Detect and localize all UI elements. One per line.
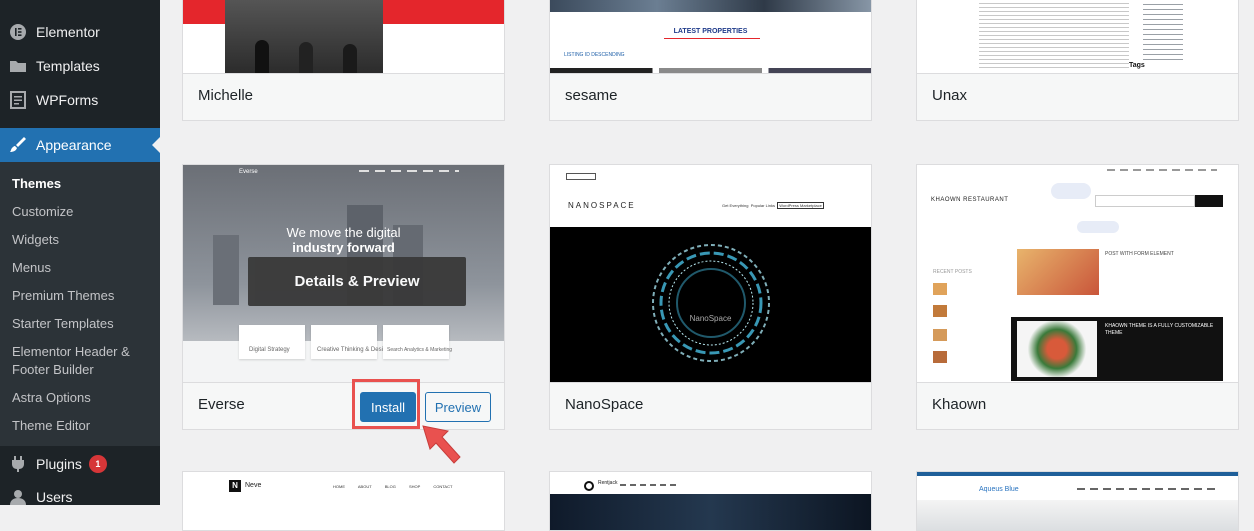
- elementor-icon: [0, 23, 36, 41]
- theme-card-footer: Khaown: [917, 382, 1238, 429]
- theme-name: sesame: [565, 87, 618, 104]
- theme-name: Michelle: [198, 87, 254, 104]
- form-icon: [0, 91, 36, 109]
- theme-card-footer: sesame: [550, 73, 871, 120]
- rentjack-logo-icon: [584, 481, 594, 491]
- theme-screenshot: Aqueus Blue: [917, 472, 1238, 530]
- everse-feature-1: Digital Strategy: [249, 347, 290, 353]
- theme-screenshot: N Neve HOME ABOUT BLOG SHOP CONTACT: [183, 472, 504, 530]
- theme-card-footer: Everse Install Preview: [183, 382, 504, 429]
- theme-screenshot: Everse We move the digital industry forw…: [183, 165, 504, 382]
- neve-logo-icon: N: [229, 480, 241, 492]
- neve-nav-home: HOME: [333, 484, 345, 489]
- everse-headline-1: We move the digital: [286, 225, 401, 240]
- theme-screenshot: KHAOWN RESTAURANT RECENT POSTS POST WITH…: [917, 165, 1238, 382]
- theme-card-sesame[interactable]: LATEST PROPERTIES LISTING ID DESCENDING …: [549, 0, 872, 121]
- admin-sidebar: Elementor Templates WPForms Appearance T…: [0, 0, 160, 505]
- everse-headline-2: industry forward: [292, 240, 395, 255]
- menu-wpforms[interactable]: WPForms: [0, 83, 160, 117]
- submenu-starter-templates[interactable]: Starter Templates: [12, 315, 114, 333]
- row3b-shot-brand: Rentjack: [598, 480, 618, 486]
- theme-screenshot: Rentjack: [550, 472, 871, 530]
- unax-shot-tags: Tags: [1129, 62, 1145, 69]
- menu-appearance[interactable]: Appearance: [0, 128, 160, 162]
- theme-card-khaown[interactable]: KHAOWN RESTAURANT RECENT POSTS POST WITH…: [916, 164, 1239, 430]
- install-highlight-box: [352, 379, 420, 429]
- submenu-customize[interactable]: Customize: [12, 203, 73, 221]
- menu-templates-label: Templates: [36, 58, 100, 74]
- sesame-shot-filter: LISTING ID DESCENDING: [564, 52, 625, 58]
- plugins-update-badge: 1: [88, 455, 107, 473]
- submenu-footer-builder[interactable]: Footer Builder: [12, 361, 94, 379]
- neve-nav-shop: SHOP: [408, 484, 421, 489]
- khaown-shot-post-2: KHAOWN THEME IS A FULLY CUSTOMIZABLE THE…: [1105, 323, 1214, 336]
- neve-nav-contact: CONTACT: [433, 484, 453, 489]
- khaown-shot-logo: KHAOWN RESTAURANT: [931, 197, 1009, 203]
- menu-wpforms-label: WPForms: [36, 92, 99, 108]
- submenu-menus[interactable]: Menus: [12, 259, 51, 277]
- everse-feature-3: Search Analytics & Marketing: [387, 347, 453, 353]
- submenu-themes[interactable]: Themes: [12, 175, 61, 193]
- plugin-icon: [0, 455, 36, 473]
- theme-card-footer: Michelle: [183, 73, 504, 120]
- preview-button[interactable]: Preview: [425, 392, 491, 422]
- theme-card-michelle[interactable]: Michelle: [182, 0, 505, 121]
- khaown-shot-recent: RECENT POSTS: [933, 269, 972, 275]
- submenu-widgets[interactable]: Widgets: [12, 231, 59, 249]
- nanospace-shot-logo: NANOSPACE: [568, 201, 636, 210]
- theme-card-neve[interactable]: N Neve HOME ABOUT BLOG SHOP CONTACT: [182, 471, 505, 531]
- theme-screenshot: Tags: [917, 0, 1238, 74]
- everse-feature-2: Creative Thinking & Design: [317, 347, 390, 353]
- menu-elementor[interactable]: Elementor: [0, 15, 160, 49]
- neve-nav-about: ABOUT: [357, 484, 372, 489]
- neve-nav-blog: BLOG: [384, 484, 396, 489]
- active-arrow: [152, 137, 160, 153]
- row3c-shot-brand: Aqueus Blue: [979, 486, 1019, 493]
- theme-name: Everse: [198, 396, 245, 413]
- submenu-elementor-header[interactable]: Elementor Header &: [12, 343, 130, 361]
- menu-plugins-label: Plugins: [36, 456, 82, 472]
- nanospace-shot-nav-2: Popular Links: [750, 203, 775, 208]
- menu-plugins[interactable]: Plugins 1: [0, 447, 160, 481]
- theme-card-unax[interactable]: Tags Unax: [916, 0, 1239, 121]
- theme-card-footer: Unax: [917, 73, 1238, 120]
- theme-screenshot: NANOSPACE Get Everything Popular Links W…: [550, 165, 871, 382]
- folder-icon: [0, 58, 36, 74]
- theme-card-nanospace[interactable]: NANOSPACE Get Everything Popular Links W…: [549, 164, 872, 430]
- theme-card-row3-right[interactable]: Aqueus Blue: [916, 471, 1239, 531]
- theme-card-row3-middle[interactable]: Rentjack: [549, 471, 872, 531]
- submenu-theme-editor[interactable]: Theme Editor: [12, 417, 90, 435]
- nanospace-shot-nav-1: Get Everything: [722, 203, 749, 208]
- menu-users-label: Users: [36, 489, 73, 505]
- everse-shot-brand: Everse: [239, 169, 258, 175]
- appearance-submenu: Themes Customize Widgets Menus Premium T…: [0, 162, 160, 446]
- menu-appearance-label: Appearance: [36, 137, 112, 153]
- theme-name: Khaown: [932, 396, 987, 413]
- theme-card-everse[interactable]: Everse We move the digital industry forw…: [182, 164, 505, 430]
- menu-templates[interactable]: Templates: [0, 49, 160, 83]
- submenu-astra-options[interactable]: Astra Options: [12, 389, 91, 407]
- theme-name: NanoSpace: [565, 396, 644, 413]
- theme-screenshot: LATEST PROPERTIES LISTING ID DESCENDING: [550, 0, 871, 74]
- sesame-shot-title: LATEST PROPERTIES: [673, 28, 748, 35]
- submenu-premium-themes[interactable]: Premium Themes: [12, 287, 114, 305]
- neve-shot-brand: Neve: [245, 482, 262, 489]
- nanospace-shot-nav-3: WordPress Marketplace: [777, 202, 824, 209]
- details-preview-overlay[interactable]: Details & Preview: [248, 257, 466, 306]
- menu-elementor-label: Elementor: [36, 24, 100, 40]
- user-icon: [0, 488, 36, 506]
- pointer-arrow-icon: [422, 425, 461, 464]
- theme-name: Unax: [932, 87, 968, 104]
- menu-users[interactable]: Users: [0, 480, 160, 514]
- nanospace-shot-center: NanoSpace: [689, 314, 732, 323]
- khaown-shot-post: POST WITH FORM ELEMENT: [1105, 251, 1174, 257]
- theme-card-footer: NanoSpace: [550, 382, 871, 429]
- paintbrush-icon: [0, 136, 36, 154]
- theme-screenshot: [183, 0, 504, 74]
